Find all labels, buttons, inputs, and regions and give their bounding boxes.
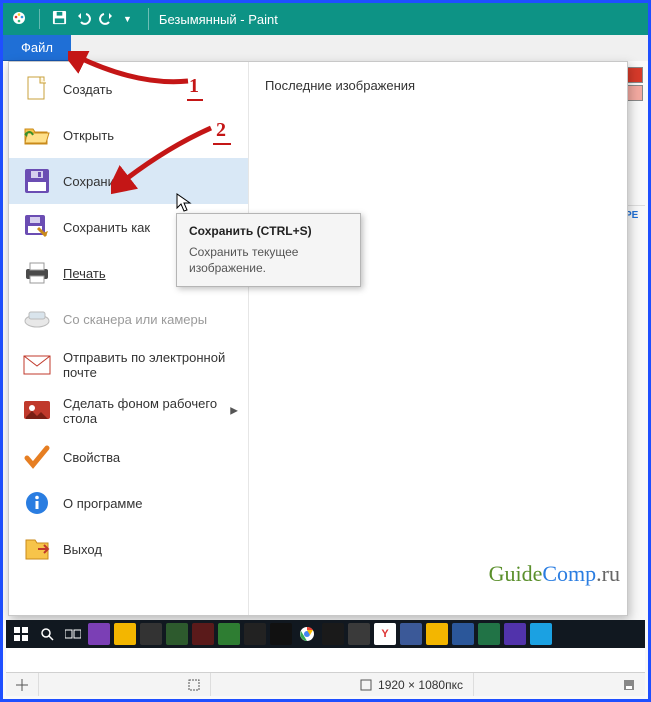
separator bbox=[39, 9, 40, 29]
chrome-icon[interactable] bbox=[296, 623, 318, 645]
taskbar-app-icon[interactable] bbox=[530, 623, 552, 645]
title-bar: ▼ Безымянный - Paint bbox=[3, 3, 648, 35]
right-panel-fragment: РЕ bbox=[625, 205, 645, 229]
taskbar-app-icon[interactable] bbox=[348, 623, 370, 645]
menu-item-label: О программе bbox=[63, 496, 143, 511]
save-as-icon bbox=[23, 213, 51, 241]
taskbar-app-icon[interactable] bbox=[322, 623, 344, 645]
search-icon[interactable] bbox=[36, 623, 58, 645]
word-icon[interactable] bbox=[452, 623, 474, 645]
menu-item-create[interactable]: Создать bbox=[9, 66, 248, 112]
menu-item-email[interactable]: Отправить по электронной почте bbox=[9, 342, 248, 388]
printer-icon bbox=[23, 259, 51, 287]
menu-item-label: Открыть bbox=[63, 128, 114, 143]
menu-item-label: Сохранить bbox=[63, 174, 128, 189]
undo-icon[interactable] bbox=[75, 10, 91, 29]
status-canvas-dims: 1920 × 1080пкс bbox=[378, 678, 463, 692]
save-icon[interactable] bbox=[52, 10, 67, 28]
windows-taskbar[interactable]: Y bbox=[6, 620, 645, 648]
status-canvas-size: 1920 × 1080пкс bbox=[350, 673, 474, 696]
redo-icon[interactable] bbox=[99, 10, 115, 29]
exit-icon bbox=[23, 535, 51, 563]
folder-open-icon bbox=[23, 121, 51, 149]
menu-item-label: Свойства bbox=[63, 450, 120, 465]
separator bbox=[148, 8, 149, 30]
menu-item-label: Создать bbox=[63, 82, 112, 97]
tooltip-title: Сохранить (CTRL+S) bbox=[189, 224, 348, 238]
scanner-icon bbox=[23, 305, 51, 333]
menu-item-exit[interactable]: Выход bbox=[9, 526, 248, 572]
taskbar-app-icon[interactable] bbox=[166, 623, 188, 645]
status-selection-size bbox=[178, 673, 211, 696]
annotation-underline-1 bbox=[187, 99, 203, 101]
file-explorer-icon[interactable] bbox=[114, 623, 136, 645]
color-palette-sliver bbox=[625, 67, 645, 103]
annotation-underline-2 bbox=[213, 143, 231, 145]
annotation-number-1: 1 bbox=[189, 75, 199, 98]
menu-item-label: Печать bbox=[63, 266, 106, 281]
window-title: Безымянный - Paint bbox=[157, 12, 278, 27]
wallpaper-icon bbox=[23, 397, 51, 425]
menu-item-wallpaper[interactable]: Сделать фоном рабочего стола ▶ bbox=[9, 388, 248, 434]
menu-item-label: Выход bbox=[63, 542, 102, 557]
envelope-icon bbox=[23, 351, 51, 379]
info-icon bbox=[23, 489, 51, 517]
menu-item-label: Со сканера или камеры bbox=[63, 312, 207, 327]
taskbar-app-icon[interactable] bbox=[140, 623, 162, 645]
taskbar-app-icon[interactable] bbox=[244, 623, 266, 645]
excel-icon[interactable] bbox=[478, 623, 500, 645]
save-floppy-icon bbox=[23, 167, 51, 195]
taskbar-app-icon[interactable] bbox=[218, 623, 240, 645]
chevron-down-icon[interactable]: ▼ bbox=[123, 14, 132, 24]
menu-item-label: Сохранить как bbox=[63, 220, 150, 235]
tooltip-body: Сохранить текущее изображение. bbox=[189, 244, 348, 276]
yandex-browser-icon[interactable]: Y bbox=[374, 623, 396, 645]
taskbar-app-icon[interactable] bbox=[426, 623, 448, 645]
disk-icon bbox=[623, 679, 635, 691]
taskbar-app-icon[interactable] bbox=[270, 623, 292, 645]
menu-item-open[interactable]: Открыть bbox=[9, 112, 248, 158]
ribbon-tab-row: Файл bbox=[3, 35, 648, 61]
status-cursor-position bbox=[6, 673, 39, 696]
menu-item-about[interactable]: О программе bbox=[9, 480, 248, 526]
menu-item-label: Отправить по электронной почте bbox=[63, 350, 234, 380]
recent-images-title: Последние изображения bbox=[265, 78, 611, 93]
canvas-size-icon bbox=[360, 679, 372, 691]
watermark-guidecomp: GuideComp.ru bbox=[489, 561, 620, 587]
taskbar-app-icon[interactable] bbox=[88, 623, 110, 645]
taskbar-app-icon[interactable] bbox=[192, 623, 214, 645]
mouse-cursor-icon bbox=[176, 193, 192, 216]
annotation-number-2: 2 bbox=[216, 119, 226, 142]
recent-images-panel: Последние изображения bbox=[249, 62, 627, 615]
chevron-right-icon: ▶ bbox=[230, 406, 238, 417]
menu-item-properties[interactable]: Свойства bbox=[9, 434, 248, 480]
menu-item-label: Сделать фоном рабочего стола bbox=[63, 396, 234, 426]
new-file-icon bbox=[23, 75, 51, 103]
selection-icon bbox=[188, 679, 200, 691]
quick-access-toolbar: ▼ bbox=[3, 9, 140, 29]
status-file-size bbox=[613, 673, 645, 696]
paint-app-icon bbox=[11, 10, 27, 29]
crosshair-icon bbox=[16, 679, 28, 691]
taskbar-app-icon[interactable] bbox=[504, 623, 526, 645]
status-bar: 1920 × 1080пкс bbox=[6, 672, 645, 696]
tooltip-save: Сохранить (CTRL+S) Сохранить текущее изо… bbox=[176, 213, 361, 287]
taskbar-app-icon[interactable] bbox=[400, 623, 422, 645]
start-button-icon[interactable] bbox=[10, 623, 32, 645]
menu-item-save[interactable]: Сохранить bbox=[9, 158, 248, 204]
checkmark-icon bbox=[23, 443, 51, 471]
file-tab-button[interactable]: Файл bbox=[3, 35, 71, 61]
task-view-icon[interactable] bbox=[62, 623, 84, 645]
file-tab-label: Файл bbox=[21, 40, 53, 55]
file-menu-panel: Создать Открыть Сохранить Сохранить как bbox=[8, 61, 628, 616]
menu-item-scanner: Со сканера или камеры bbox=[9, 296, 248, 342]
